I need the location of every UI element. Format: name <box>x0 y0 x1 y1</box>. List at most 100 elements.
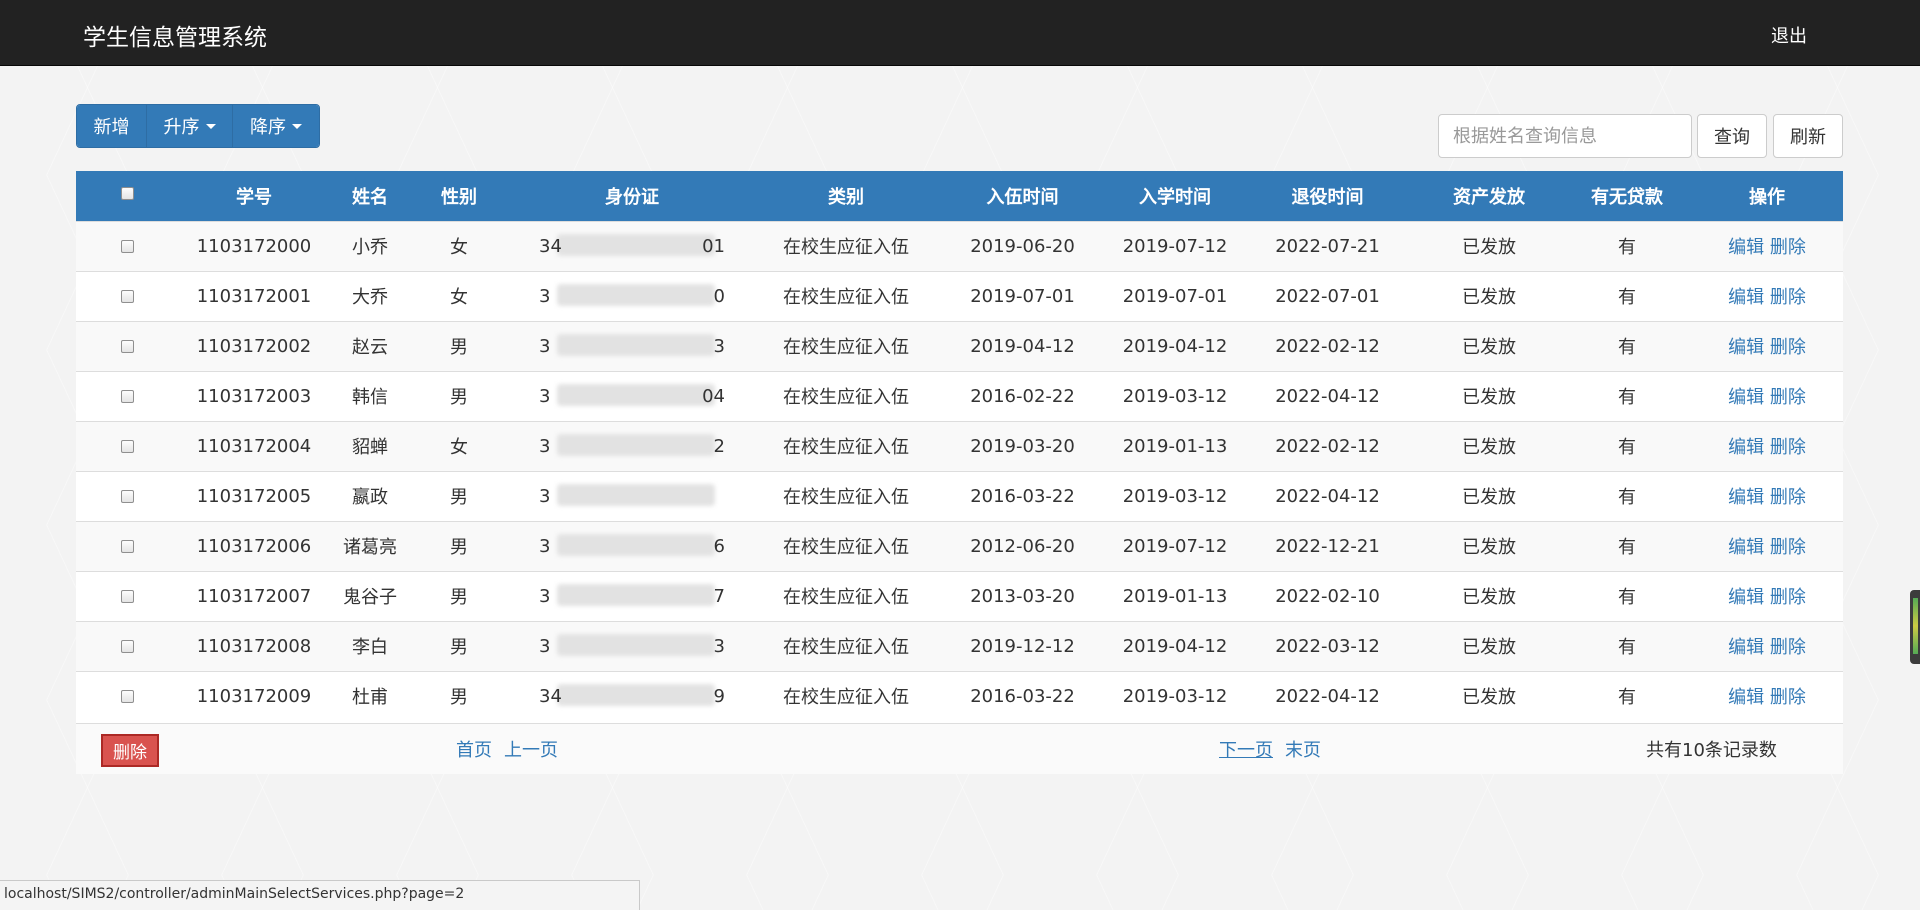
header-loan[interactable]: 有无贷款 <box>1563 171 1691 221</box>
table-row: 1103172004 貂蝉女 3 2 在校生应征入伍 2019-03-20 2019-01-… <box>76 421 1843 471</box>
prev-page-link[interactable]: 上一页 <box>504 736 558 762</box>
bulk-delete-label: 删除 <box>113 743 147 763</box>
cell-retire-date: 2022-04-12 <box>1275 485 1380 507</box>
id-card-redacted: 3 <box>539 483 725 507</box>
record-count: 共有10条记录数 <box>1646 740 1777 761</box>
next-page-link[interactable]: 下一页 <box>1219 736 1273 762</box>
cell-actions: 编辑 删除 <box>1691 671 1843 721</box>
cell-asset: 已发放 <box>1462 587 1516 608</box>
edit-link[interactable]: 编辑 <box>1728 487 1764 508</box>
cell-name: 鬼谷子 <box>343 587 397 608</box>
edit-link[interactable]: 编辑 <box>1728 237 1764 258</box>
delete-link[interactable]: 删除 <box>1770 237 1806 258</box>
edit-link[interactable]: 编辑 <box>1728 587 1764 608</box>
edit-link[interactable]: 编辑 <box>1728 337 1764 358</box>
cell-enlist-date: 2019-06-20 <box>970 235 1075 257</box>
cell-student-id: 1103172004 <box>196 435 312 457</box>
status-url: localhost/SIMS2/controller/adminMainSele… <box>4 886 465 902</box>
delete-link[interactable]: 删除 <box>1770 387 1806 408</box>
cell-enroll-date: 2019-03-12 <box>1122 485 1228 507</box>
edit-link[interactable]: 编辑 <box>1728 537 1764 558</box>
id-card-suffix: 7 <box>713 585 725 607</box>
cell-retire-date: 2022-04-12 <box>1275 385 1380 407</box>
header-id-card[interactable]: 身份证 <box>507 171 757 221</box>
delete-link[interactable]: 删除 <box>1770 587 1806 608</box>
row-checkbox[interactable] <box>121 340 134 353</box>
cell-actions: 编辑 删除 <box>1691 571 1843 621</box>
refresh-button[interactable]: 刷新 <box>1773 114 1843 158</box>
logout-link[interactable]: 退出 <box>1771 22 1807 48</box>
redaction-blur <box>557 283 715 306</box>
delete-link[interactable]: 删除 <box>1770 637 1806 658</box>
last-page-link[interactable]: 末页 <box>1285 736 1321 762</box>
id-card-prefix: 3 <box>539 485 551 507</box>
row-checkbox[interactable] <box>121 690 134 704</box>
delete-link[interactable]: 删除 <box>1770 487 1806 508</box>
edit-link[interactable]: 编辑 <box>1728 437 1764 458</box>
table-row: 1103172002 赵云男 3 3 在校生应征入伍 2019-04-12 2019-04-… <box>76 321 1843 371</box>
edit-link[interactable]: 编辑 <box>1728 287 1764 308</box>
cell-loan: 有 <box>1618 287 1636 308</box>
row-checkbox[interactable] <box>121 490 134 503</box>
row-checkbox[interactable] <box>121 590 134 603</box>
header-gender[interactable]: 性别 <box>411 171 507 221</box>
id-card-redacted: 34 9 <box>539 683 725 707</box>
search-input[interactable] <box>1438 114 1692 158</box>
cell-id-card: 32 <box>507 421 757 471</box>
row-select-cell <box>76 571 179 621</box>
browser-status-bar: localhost/SIMS2/controller/adminMainSele… <box>0 880 640 910</box>
delete-link[interactable]: 删除 <box>1770 437 1806 458</box>
row-checkbox[interactable] <box>121 290 134 303</box>
cell-id-card: 36 <box>507 521 757 571</box>
header-student-id[interactable]: 学号 <box>179 171 329 221</box>
cell-name: 嬴政 <box>352 487 388 508</box>
sort-desc-dropdown[interactable]: 降序 <box>233 105 319 147</box>
cell-asset: 已发放 <box>1462 637 1516 658</box>
edit-link[interactable]: 编辑 <box>1728 687 1764 708</box>
edit-link[interactable]: 编辑 <box>1728 637 1764 658</box>
delete-link[interactable]: 删除 <box>1770 537 1806 558</box>
row-checkbox[interactable] <box>121 440 134 453</box>
side-scroll-handle[interactable] <box>1910 590 1920 664</box>
cell-loan: 有 <box>1618 337 1636 358</box>
row-checkbox[interactable] <box>121 640 134 653</box>
select-all-header <box>76 171 179 221</box>
cell-asset: 已发放 <box>1462 437 1516 458</box>
cell-gender: 女 <box>450 237 468 258</box>
header-asset[interactable]: 资产发放 <box>1415 171 1563 221</box>
id-card-redacted: 37 <box>539 583 725 607</box>
header-category[interactable]: 类别 <box>757 171 935 221</box>
id-card-redacted: 33 <box>539 633 725 657</box>
query-button[interactable]: 查询 <box>1697 114 1767 158</box>
cell-asset: 已发放 <box>1462 687 1516 709</box>
bulk-delete-button[interactable]: 删除 <box>101 734 159 767</box>
first-page-link[interactable]: 首页 <box>456 736 492 762</box>
header-enroll-date[interactable]: 入学时间 <box>1110 171 1240 221</box>
edit-link[interactable]: 编辑 <box>1728 387 1764 408</box>
delete-link[interactable]: 删除 <box>1770 337 1806 358</box>
cell-actions: 编辑 删除 <box>1691 421 1843 471</box>
cell-enroll-date: 2019-03-12 <box>1122 685 1228 707</box>
id-card-redacted: 33 <box>539 333 725 357</box>
cell-retire-date: 2022-12-21 <box>1275 535 1380 557</box>
add-button[interactable]: 新增 <box>77 105 147 147</box>
row-checkbox[interactable] <box>121 540 134 553</box>
cell-name: 诸葛亮 <box>343 537 397 558</box>
delete-link[interactable]: 删除 <box>1770 687 1806 708</box>
cell-id-card: 34 01 <box>507 221 757 271</box>
delete-link[interactable]: 删除 <box>1770 287 1806 308</box>
app-title[interactable]: 学生信息管理系统 <box>83 18 267 52</box>
id-card-redacted: 30 <box>539 283 725 307</box>
cell-retire-date: 2022-02-10 <box>1275 585 1380 607</box>
cell-actions: 编辑 删除 <box>1691 471 1843 521</box>
select-all-checkbox[interactable] <box>121 186 134 200</box>
row-checkbox[interactable] <box>121 390 134 403</box>
sort-asc-dropdown[interactable]: 升序 <box>147 105 233 147</box>
row-checkbox[interactable] <box>121 240 134 253</box>
cell-enroll-date: 2019-04-12 <box>1122 635 1228 657</box>
redaction-blur <box>557 583 715 606</box>
cell-student-id: 1103172009 <box>196 685 312 707</box>
header-name[interactable]: 姓名 <box>329 171 411 221</box>
header-retire-date[interactable]: 退役时间 <box>1240 171 1415 221</box>
header-enlist-date[interactable]: 入伍时间 <box>935 171 1110 221</box>
